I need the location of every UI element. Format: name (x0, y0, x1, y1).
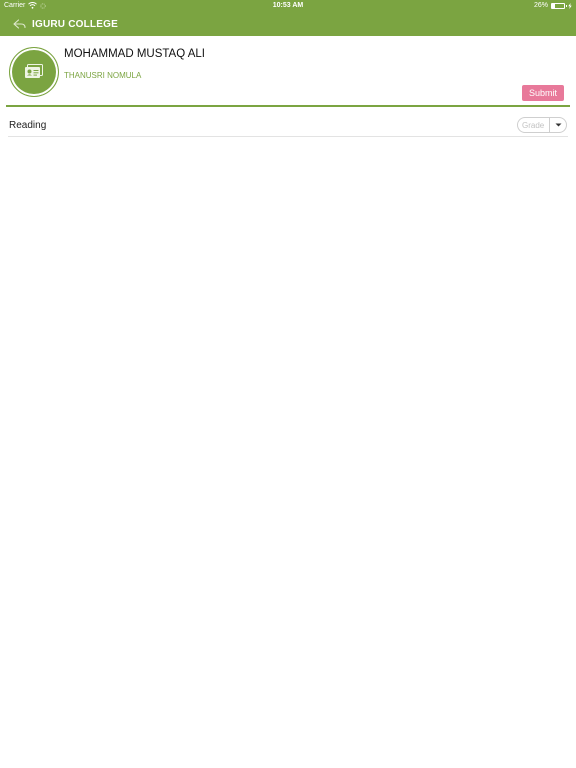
student-name: MOHAMMAD MUSTAQ ALI (64, 48, 205, 60)
battery-group: 26% (534, 2, 572, 9)
header-divider (6, 105, 570, 107)
back-arrow-icon (12, 19, 26, 29)
submit-button[interactable]: Submit (522, 85, 564, 101)
back-button[interactable] (9, 14, 29, 34)
navigation-bar: IGURU COLLEGE (0, 12, 576, 36)
subject-label: Reading (9, 120, 47, 131)
chevron-down-icon (555, 123, 561, 127)
dropdown-toggle[interactable] (549, 118, 566, 132)
battery-fill (552, 3, 556, 8)
charging-bolt-icon (568, 2, 572, 9)
student-header: MOHAMMAD MUSTAQ ALI THANUSRI NOMULA Subm… (0, 36, 576, 106)
teacher-name: THANUSRI NOMULA (64, 71, 142, 80)
grade-dropdown[interactable]: Grade (517, 117, 567, 133)
id-card-icon (25, 64, 43, 78)
page-title: IGURU COLLEGE (32, 18, 118, 30)
battery-icon (551, 2, 567, 9)
grade-placeholder: Grade (522, 120, 545, 130)
list-item: Reading Grade (8, 116, 568, 137)
avatar (9, 47, 59, 97)
battery-percent: 26% (533, 2, 548, 9)
status-bar: Carrier 10:53 AM 26% (0, 0, 576, 12)
status-time: 10:53 AM (272, 2, 304, 9)
